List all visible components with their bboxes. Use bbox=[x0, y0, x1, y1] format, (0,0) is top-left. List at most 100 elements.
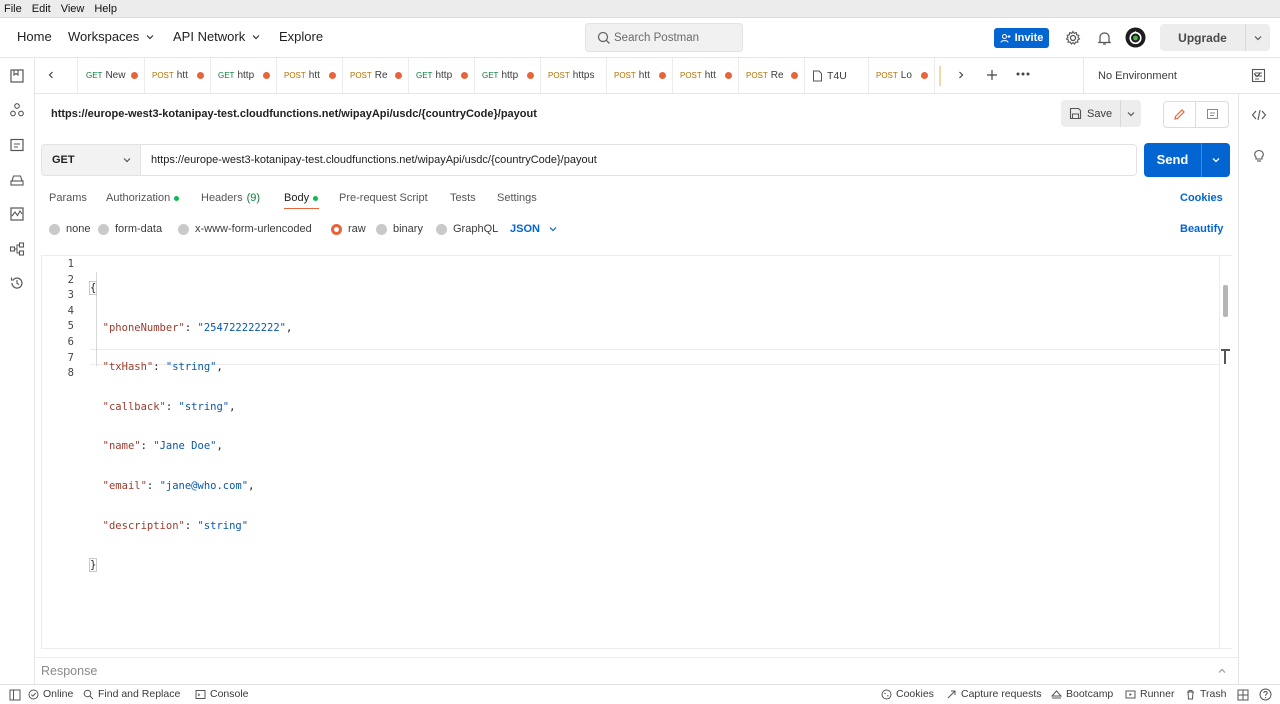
code-snippet-icon[interactable] bbox=[1251, 108, 1267, 122]
environment-quick-look-icon[interactable] bbox=[1251, 68, 1266, 83]
body-option-label: form-data bbox=[115, 223, 163, 235]
code-line: "name": "Jane Doe", bbox=[102, 440, 223, 453]
two-pane-view-icon[interactable] bbox=[1237, 689, 1249, 701]
environments-icon[interactable] bbox=[9, 137, 25, 153]
online-status[interactable]: Online bbox=[28, 688, 73, 700]
bootcamp-button[interactable]: Bootcamp bbox=[1051, 688, 1113, 700]
toggle-sidebar-icon[interactable] bbox=[9, 689, 21, 701]
status-bar: Online Find and Replace Console Cookies … bbox=[0, 684, 1280, 704]
beautify-link[interactable]: Beautify bbox=[1180, 223, 1223, 235]
menu-file[interactable]: File bbox=[4, 3, 22, 15]
cookies-button[interactable]: Cookies bbox=[881, 688, 934, 700]
lightbulb-icon[interactable] bbox=[1251, 147, 1267, 163]
apis-icon[interactable] bbox=[9, 102, 25, 118]
cookie-icon bbox=[881, 689, 892, 699]
save-dropdown[interactable] bbox=[1121, 109, 1141, 119]
request-tab[interactable]: POST htt bbox=[277, 58, 343, 93]
console-button[interactable]: Console bbox=[195, 688, 249, 700]
nav-explore[interactable]: Explore bbox=[279, 29, 323, 44]
history-icon[interactable] bbox=[9, 275, 25, 291]
line-number: 5 bbox=[67, 320, 74, 333]
request-tab[interactable]: POST https bbox=[541, 58, 607, 93]
help-icon[interactable] bbox=[1259, 688, 1272, 701]
save-button-main[interactable]: Save bbox=[1061, 100, 1121, 127]
collections-icon[interactable] bbox=[9, 68, 25, 84]
tab-body[interactable]: Body bbox=[284, 192, 319, 204]
chevron-up-icon[interactable] bbox=[1217, 666, 1227, 676]
new-tab-plus-icon[interactable] bbox=[986, 69, 998, 81]
tab-params[interactable]: Params bbox=[49, 192, 87, 204]
avatar[interactable] bbox=[1125, 27, 1146, 48]
request-tab[interactable]: GET http bbox=[409, 58, 475, 93]
flows-icon[interactable] bbox=[9, 241, 25, 257]
body-option-form-data[interactable]: form-data bbox=[98, 223, 162, 235]
editor-scrollbar-thumb[interactable] bbox=[1223, 285, 1228, 317]
trash-label: Trash bbox=[1200, 688, 1227, 700]
body-option-raw[interactable]: raw bbox=[331, 223, 366, 235]
upgrade-button[interactable]: Upgrade bbox=[1160, 24, 1270, 51]
tab-tests[interactable]: Tests bbox=[450, 192, 476, 204]
menu-view[interactable]: View bbox=[61, 3, 85, 15]
find-replace-button[interactable]: Find and Replace bbox=[83, 688, 180, 700]
notification-bell-icon[interactable] bbox=[1097, 30, 1112, 46]
mock-servers-icon[interactable] bbox=[9, 172, 25, 188]
send-dropdown[interactable] bbox=[1202, 155, 1230, 165]
tab-method: POST bbox=[350, 71, 372, 80]
invite-button[interactable]: Invite bbox=[994, 28, 1049, 48]
nav-home[interactable]: Home bbox=[17, 29, 52, 44]
tab-pre-request-script[interactable]: Pre-request Script bbox=[339, 192, 428, 204]
request-tab[interactable]: POST htt bbox=[673, 58, 739, 93]
bootcamp-icon bbox=[1051, 689, 1062, 698]
comments-button[interactable] bbox=[1196, 102, 1228, 127]
body-option-none[interactable]: none bbox=[49, 223, 90, 235]
tab-headers[interactable]: Headers (9) bbox=[201, 192, 260, 204]
request-tab[interactable]: POST Lo bbox=[869, 58, 935, 93]
upgrade-dropdown[interactable] bbox=[1245, 24, 1270, 51]
request-tab[interactable]: POST Re bbox=[343, 58, 409, 93]
body-format-selector[interactable]: JSON bbox=[510, 223, 558, 235]
chevron-down-icon bbox=[549, 227, 557, 232]
trash-button[interactable]: Trash bbox=[1185, 688, 1226, 700]
tab-label: T4U bbox=[827, 69, 847, 82]
menu-edit[interactable]: Edit bbox=[32, 3, 51, 15]
chevron-down-icon bbox=[1254, 35, 1262, 40]
request-tab[interactable]: GET http bbox=[475, 58, 541, 93]
cookies-link[interactable]: Cookies bbox=[1180, 192, 1223, 204]
scroll-tabs-left-icon[interactable] bbox=[46, 70, 56, 80]
body-option-graphql[interactable]: GraphQL bbox=[436, 223, 498, 235]
body-option-urlencoded[interactable]: x-www-form-urlencoded bbox=[178, 223, 312, 235]
save-button[interactable]: Save bbox=[1061, 100, 1141, 127]
pencil-icon bbox=[1174, 109, 1185, 120]
request-tab[interactable]: GET New bbox=[79, 58, 145, 93]
request-tab[interactable]: POST htt bbox=[607, 58, 673, 93]
menu-help[interactable]: Help bbox=[94, 3, 117, 15]
request-tab[interactable]: T4U bbox=[805, 58, 869, 93]
monitors-icon[interactable] bbox=[9, 206, 25, 222]
settings-gear-icon[interactable] bbox=[1065, 30, 1081, 46]
tab-authorization[interactable]: Authorization bbox=[106, 192, 180, 204]
nav-workspaces[interactable]: Workspaces bbox=[68, 29, 155, 44]
tab-settings[interactable]: Settings bbox=[497, 192, 537, 204]
scroll-tabs-right-icon[interactable] bbox=[956, 70, 966, 80]
request-tab[interactable]: POST htt bbox=[145, 58, 211, 93]
tab-label: http bbox=[501, 70, 519, 81]
capture-requests-button[interactable]: Capture requests bbox=[946, 688, 1042, 700]
request-tab[interactable]: GET http bbox=[211, 58, 277, 93]
response-panel-header[interactable]: Response bbox=[35, 657, 1238, 683]
code-content[interactable]: { "phoneNumber": "254722222222", "txHash… bbox=[88, 257, 1210, 586]
method-selector[interactable]: GET bbox=[41, 144, 141, 176]
edit-mode-button[interactable] bbox=[1164, 102, 1196, 127]
search-input[interactable]: Search Postman bbox=[585, 23, 743, 52]
send-button[interactable]: Send bbox=[1144, 143, 1230, 177]
more-tabs-icon[interactable] bbox=[1016, 71, 1030, 77]
body-option-binary[interactable]: binary bbox=[376, 223, 423, 235]
json-comma: , bbox=[216, 361, 223, 374]
environment-selector[interactable]: No Environment bbox=[1083, 58, 1273, 93]
chevron-down-icon bbox=[1212, 158, 1220, 163]
nav-api-network[interactable]: API Network bbox=[173, 29, 261, 44]
request-tab[interactable]: POST Re bbox=[739, 58, 805, 93]
radio-selected bbox=[331, 223, 342, 235]
json-value: "string" bbox=[178, 400, 230, 413]
url-input[interactable]: https://europe-west3-kotanipay-test.clou… bbox=[141, 144, 1137, 176]
runner-button[interactable]: Runner bbox=[1125, 688, 1174, 700]
